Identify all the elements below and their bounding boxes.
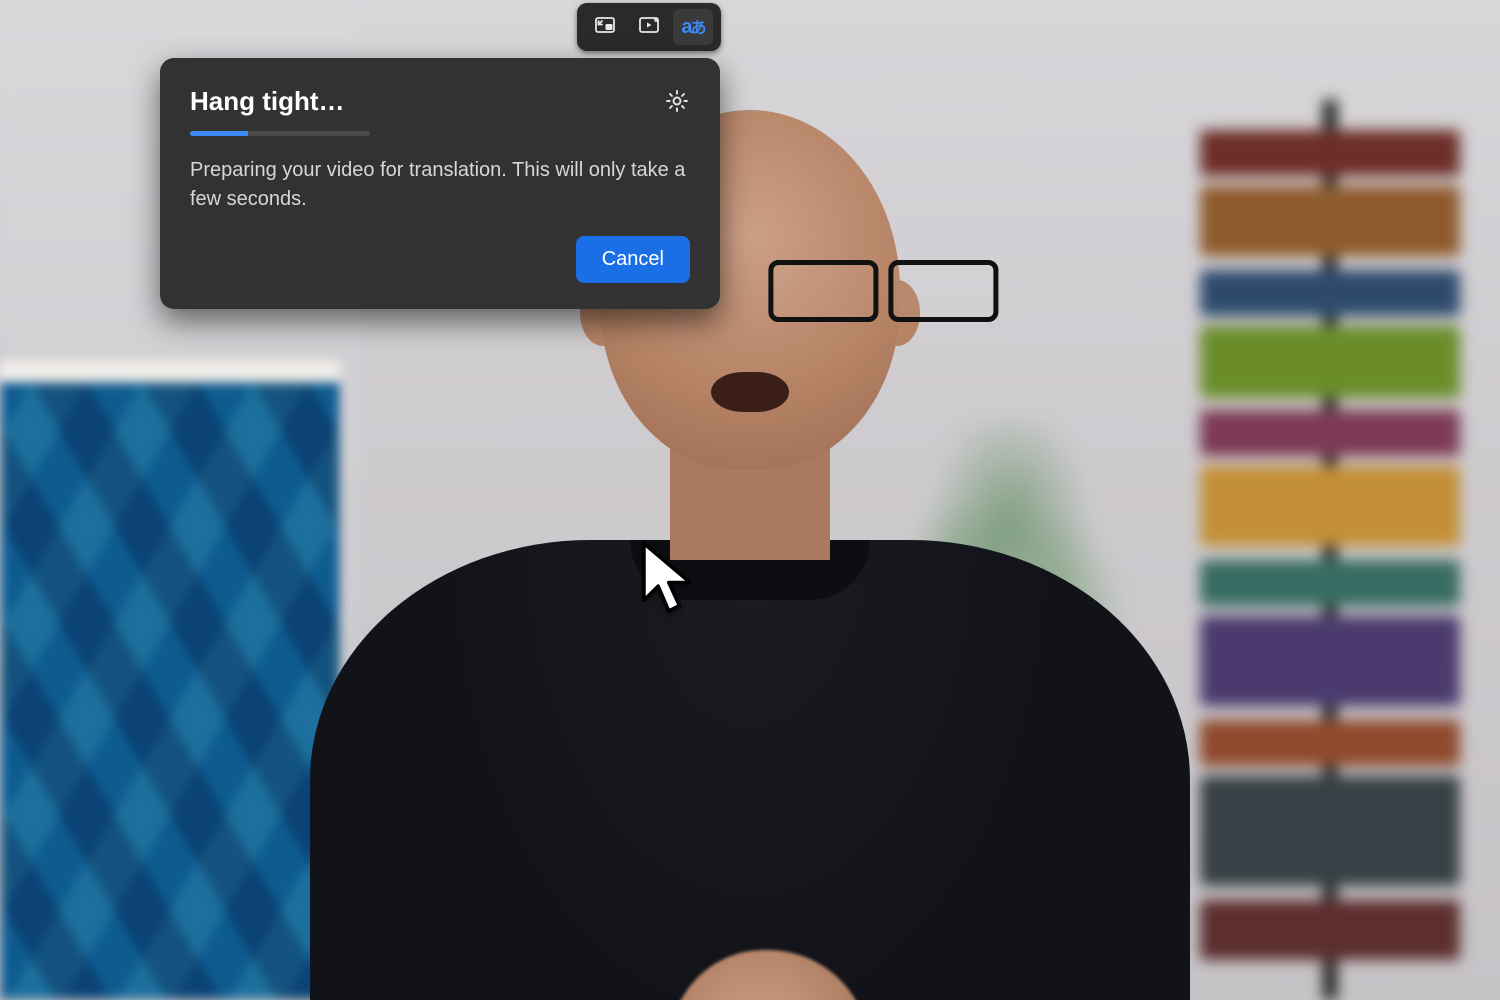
popup-title: Hang tight… [190,86,345,117]
popup-message: Preparing your video for translation. Th… [190,156,690,214]
progress-bar [190,131,370,136]
gear-icon [664,101,690,118]
video-frame[interactable]: aあ Hang tight… Preparing your video for … [0,0,1500,1000]
translate-icon: aあ [681,17,704,37]
background-plant [880,420,1140,780]
mouse-cursor-icon [638,540,696,618]
picture-in-picture-button[interactable] [585,9,625,45]
translate-button[interactable]: aあ [673,9,713,45]
progress-fill [190,131,248,136]
picture-in-picture-icon [593,13,617,42]
video-overlay-toolbar: aあ [577,3,721,51]
background-bookshelf [1200,100,1460,1000]
cancel-button[interactable]: Cancel [576,236,690,283]
settings-button[interactable] [664,88,690,114]
video-enhance-button[interactable] [629,9,669,45]
translation-progress-popup: Hang tight… Preparing your video for tra… [160,58,720,309]
video-enhance-icon [637,13,661,42]
background-artwork [0,360,340,1000]
